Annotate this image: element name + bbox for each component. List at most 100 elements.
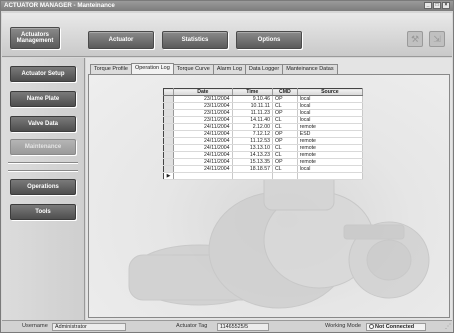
cell-cmd: CL xyxy=(272,151,298,159)
tab-alarm-log[interactable]: Alarm Log xyxy=(212,64,246,74)
cell-time: 9.10.46 xyxy=(232,95,274,103)
tools-button[interactable]: Tools xyxy=(10,204,76,220)
row-selector[interactable] xyxy=(163,109,175,117)
nav-separator xyxy=(8,170,78,172)
table-row[interactable]: 24/11/2004 13.13.10 CL remote xyxy=(163,144,364,152)
cell-date: 24/11/2004 xyxy=(173,144,233,152)
current-row-arrow-icon[interactable]: ▶ xyxy=(163,172,175,180)
cell-cmd: CL xyxy=(272,165,298,173)
cell-cmd: CL xyxy=(272,116,298,124)
cell-time: 7.12.12 xyxy=(232,130,274,138)
tool-icon[interactable]: ⚒ xyxy=(407,31,423,47)
exit-icon[interactable]: ⇲ xyxy=(429,31,445,47)
connection-status: Not Connected xyxy=(366,323,426,331)
tab-operation-log[interactable]: Operation Log xyxy=(130,63,174,74)
operations-button[interactable]: Operations xyxy=(10,179,76,195)
table-row[interactable]: 24/11/2004 14.13.23 CL remote xyxy=(163,151,364,159)
tab-torque-profile[interactable]: Torque Profile xyxy=(90,64,132,74)
table-row[interactable]: 24/11/2004 7.12.12 OP ESD xyxy=(163,130,364,138)
cell-date: 23/11/2004 xyxy=(173,109,233,117)
row-selector[interactable] xyxy=(163,144,175,152)
cell-time: 15.13.35 xyxy=(232,158,274,166)
cell-date: 23/11/2004 xyxy=(173,102,233,110)
column-header-cmd[interactable]: CMD xyxy=(272,88,298,96)
cell-time: 13.13.10 xyxy=(232,144,274,152)
maximize-button[interactable]: □ xyxy=(433,2,441,9)
title-bar: ACTUATOR MANAGER - Manteinance _ □ × xyxy=(1,1,453,11)
name-plate-button[interactable]: Name Plate xyxy=(10,91,76,107)
options-button[interactable]: Options xyxy=(236,31,302,49)
cell-empty[interactable] xyxy=(173,172,233,180)
connection-indicator-icon xyxy=(369,324,374,329)
table-row[interactable]: 23/11/2004 10.11.11 CL local xyxy=(163,102,364,110)
cell-date: 24/11/2004 xyxy=(173,151,233,159)
column-header-date[interactable]: Date xyxy=(173,88,233,96)
cell-cmd: OP xyxy=(272,95,298,103)
cell-cmd: OP xyxy=(272,109,298,117)
window-controls: _ □ × xyxy=(424,2,450,9)
row-selector[interactable] xyxy=(163,116,175,124)
cell-cmd: CL xyxy=(272,102,298,110)
status-bar: Username Administrator Actuator Tag 1146… xyxy=(2,320,452,332)
actuator-setup-button[interactable]: Actuator Setup xyxy=(10,66,76,82)
window-title: ACTUATOR MANAGER - Manteinance xyxy=(4,2,115,9)
cell-time: 2.12.00 xyxy=(232,123,274,131)
table-header-row: Date Time CMD Source xyxy=(163,88,364,96)
cell-time: 14.11.40 xyxy=(232,116,274,124)
valve-data-button[interactable]: Valve Data xyxy=(10,116,76,132)
row-selector[interactable] xyxy=(163,102,175,110)
row-selector[interactable] xyxy=(163,165,175,173)
cell-time: 10.11.11 xyxy=(232,102,274,110)
main-panel: Torque Profile Operation Log Torque Curv… xyxy=(86,58,452,320)
row-selector[interactable] xyxy=(163,123,175,131)
row-selector[interactable] xyxy=(163,151,175,159)
cell-time: 18.18.57 xyxy=(232,165,274,173)
cell-source: remote xyxy=(297,137,364,145)
tab-torque-curve[interactable]: Torque Curve xyxy=(172,64,214,74)
statistics-button[interactable]: Statistics xyxy=(162,31,228,49)
username-value: Administrator xyxy=(52,323,126,331)
cell-cmd: OP xyxy=(272,158,298,166)
row-selector[interactable] xyxy=(163,95,175,103)
row-selector[interactable] xyxy=(163,130,175,138)
cell-cmd: CL xyxy=(272,144,298,152)
cell-date: 24/11/2004 xyxy=(173,158,233,166)
table-new-row[interactable]: ▶ xyxy=(163,172,364,180)
cell-source: remote xyxy=(297,144,364,152)
cell-cmd: CL xyxy=(272,123,298,131)
tab-manteinance-datas[interactable]: Manteinance Datas xyxy=(282,64,338,74)
main-toolbar: Actuators Management Actuator Statistics… xyxy=(2,13,452,57)
table-row[interactable]: 24/11/2004 15.13.35 OP remote xyxy=(163,158,364,166)
column-header-time[interactable]: Time xyxy=(232,88,274,96)
resize-grip-icon[interactable]: ⋰ xyxy=(443,323,451,331)
table-row[interactable]: 23/11/2004 9.10.46 OP local xyxy=(163,95,364,103)
table-row[interactable]: 23/11/2004 14.11.40 CL local xyxy=(163,116,364,124)
maintenance-button[interactable]: Maintenance xyxy=(10,139,76,155)
table-row[interactable]: 23/11/2004 11.11.23 OP local xyxy=(163,109,364,117)
close-button[interactable]: × xyxy=(442,2,450,9)
cell-empty[interactable] xyxy=(232,172,274,180)
row-selector[interactable] xyxy=(163,158,175,166)
minimize-button[interactable]: _ xyxy=(424,2,432,9)
cell-source: local xyxy=(297,95,364,103)
cell-empty[interactable] xyxy=(272,172,298,180)
connection-status-text: Not Connected xyxy=(375,324,415,330)
table-row[interactable]: 24/11/2004 18.18.57 CL local xyxy=(163,165,364,173)
cell-date: 24/11/2004 xyxy=(173,165,233,173)
left-navigation: Actuator Setup Name Plate Valve Data Mai… xyxy=(2,58,85,320)
cell-source: remote xyxy=(297,158,364,166)
actuator-button[interactable]: Actuator xyxy=(88,31,154,49)
table-row[interactable]: 24/11/2004 2.12.00 CL remote xyxy=(163,123,364,131)
table-row[interactable]: 24/11/2004 11.12.53 OP remote xyxy=(163,137,364,145)
cell-source: local xyxy=(297,116,364,124)
cell-source: local xyxy=(297,109,364,117)
cell-date: 23/11/2004 xyxy=(173,116,233,124)
actuators-management-button[interactable]: Actuators Management xyxy=(10,27,60,49)
cell-time: 11.12.53 xyxy=(232,137,274,145)
row-selector[interactable] xyxy=(163,137,175,145)
operation-log-table[interactable]: Date Time CMD Source 23/11/2004 9.10.46 … xyxy=(163,88,364,180)
cell-date: 24/11/2004 xyxy=(173,130,233,138)
cell-empty[interactable] xyxy=(297,172,364,180)
tab-data-logger[interactable]: Data Logger xyxy=(244,64,284,74)
column-header-source[interactable]: Source xyxy=(297,88,364,96)
